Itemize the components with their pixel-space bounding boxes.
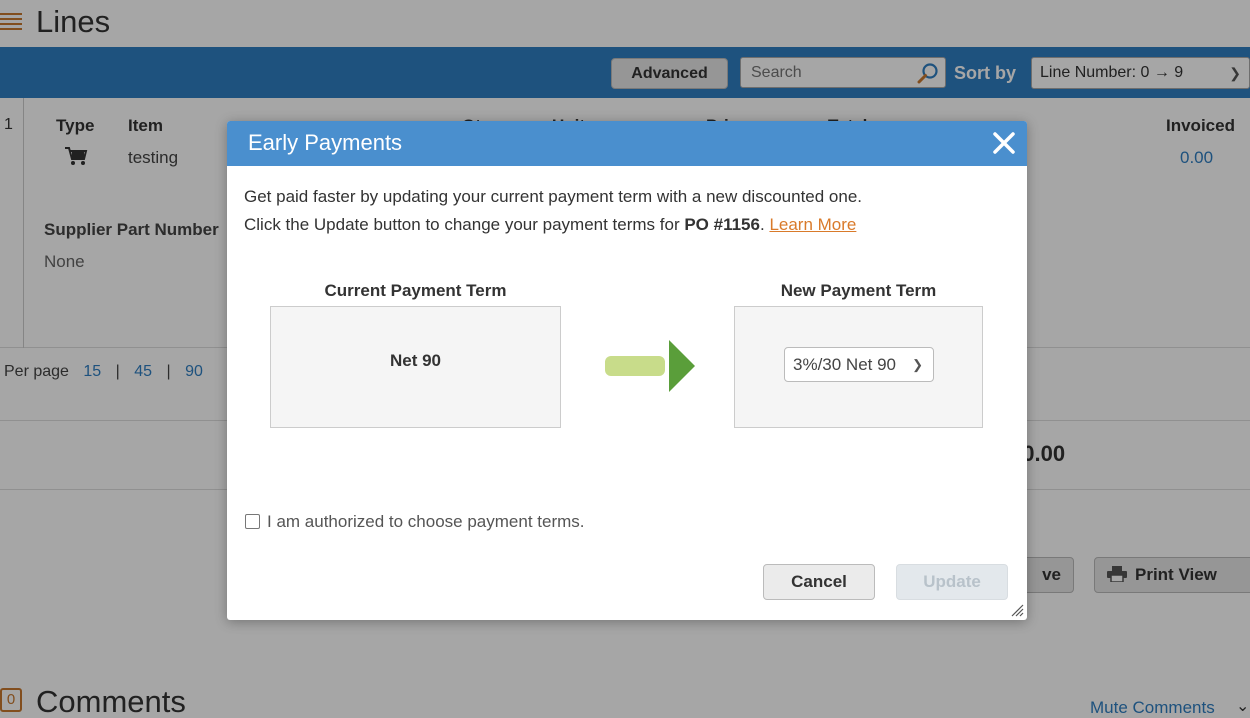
- authorized-label[interactable]: I am authorized to choose payment terms.: [267, 512, 585, 532]
- current-payment-term-label: Current Payment Term: [324, 281, 507, 300]
- description-period: .: [759, 215, 765, 234]
- arrow-right-icon: [605, 340, 695, 392]
- description-text: Click the Update button to change your p…: [244, 215, 685, 234]
- learn-more-link[interactable]: Learn More: [769, 215, 856, 234]
- early-payments-dialog: Early Payments Get paid faster by updati…: [227, 121, 1027, 620]
- dialog-description: Get paid faster by updating your current…: [244, 187, 863, 206]
- new-payment-term-box: 3%/30 Net 90 ❯: [734, 306, 983, 428]
- new-payment-term-label: New Payment Term: [780, 281, 937, 300]
- authorized-checkbox[interactable]: [245, 514, 260, 529]
- new-payment-term-select[interactable]: 3%/30 Net 90 ❯: [784, 347, 934, 382]
- cancel-button[interactable]: Cancel: [763, 564, 875, 600]
- new-payment-term-value: 3%/30 Net 90: [793, 355, 897, 374]
- po-number: PO #1156: [684, 215, 760, 234]
- update-button[interactable]: Update: [896, 564, 1008, 600]
- current-payment-term-value: Net 90: [389, 351, 442, 370]
- chevron-down-icon: ❯: [912, 357, 923, 372]
- dialog-title: Early Payments: [248, 130, 403, 155]
- dialog-header: Early Payments: [227, 121, 1027, 166]
- close-icon[interactable]: [989, 128, 1019, 158]
- resize-handle-icon[interactable]: [1010, 603, 1024, 617]
- dialog-description-po: Click the Update button to change your p…: [244, 215, 856, 235]
- current-payment-term-box: Net 90: [270, 306, 561, 428]
